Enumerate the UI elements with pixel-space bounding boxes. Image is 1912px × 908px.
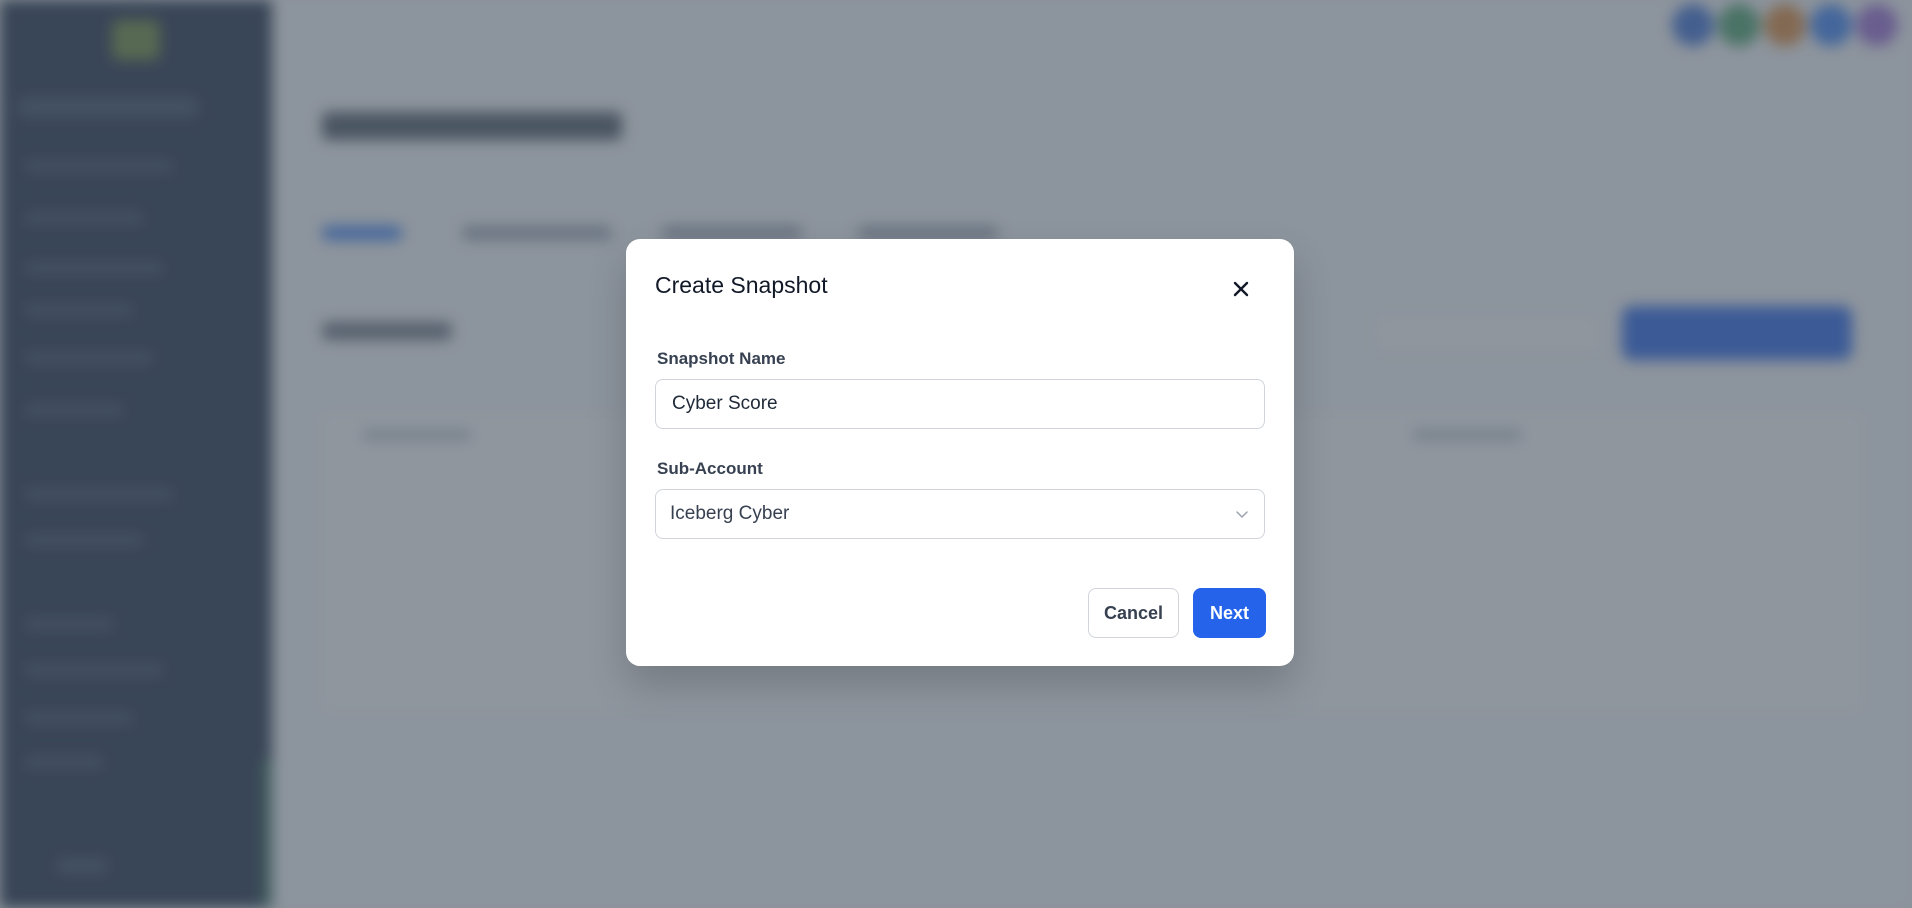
close-icon	[1233, 281, 1249, 297]
cancel-button[interactable]: Cancel	[1088, 588, 1179, 638]
next-button[interactable]: Next	[1193, 588, 1266, 638]
snapshot-name-label: Snapshot Name	[657, 349, 786, 368]
chevron-down-icon	[1236, 511, 1248, 518]
sub-account-selected-value: Iceberg Cyber	[670, 503, 790, 524]
close-button[interactable]	[1227, 275, 1255, 303]
dialog-title: Create Snapshot	[655, 272, 828, 298]
sub-account-select[interactable]: Iceberg Cyber	[655, 489, 1265, 539]
snapshot-name-input[interactable]	[655, 379, 1265, 429]
sub-account-label: Sub-Account	[657, 459, 763, 478]
create-snapshot-dialog: Create Snapshot Snapshot Name Sub-Accoun…	[626, 239, 1294, 666]
